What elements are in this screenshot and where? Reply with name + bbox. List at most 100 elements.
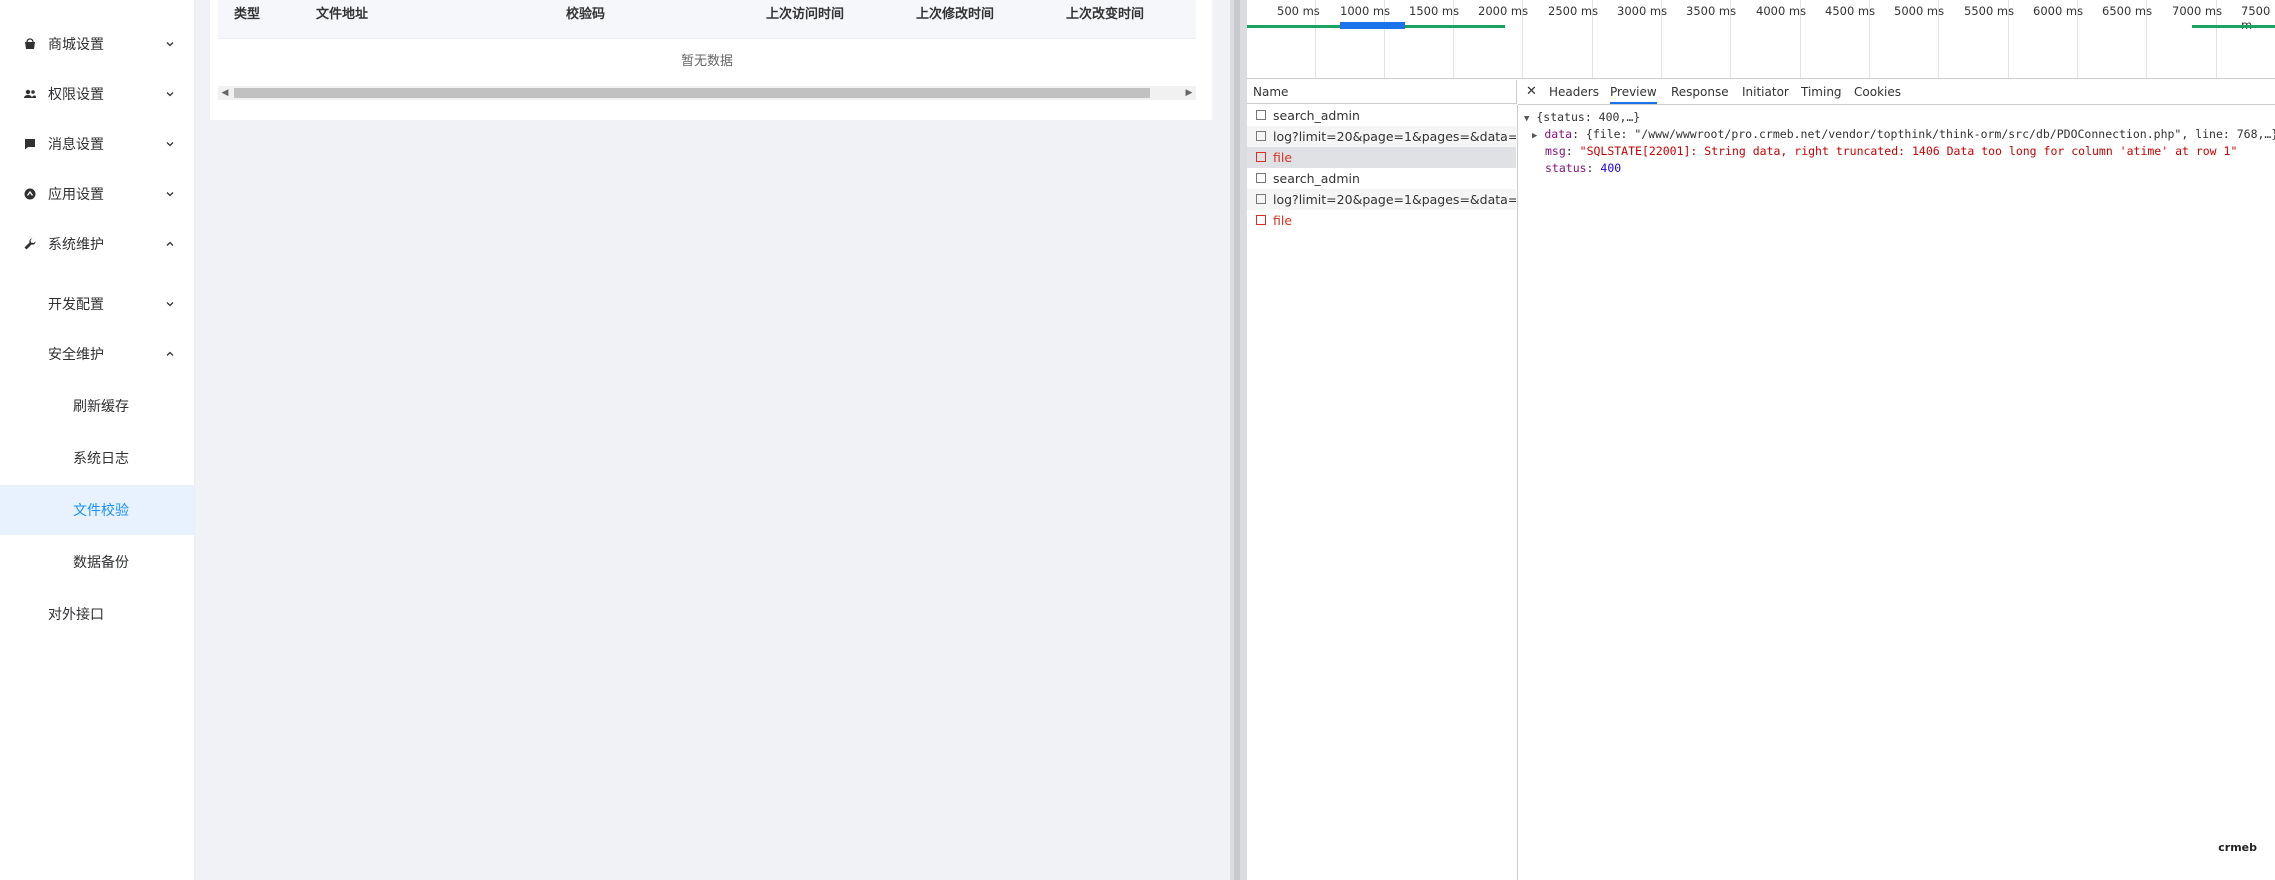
sidebar-item-file-verify[interactable]: 文件校验 [0, 485, 194, 535]
sidebar-item-data-backup[interactable]: 数据备份 [0, 537, 194, 587]
devtools-splitter[interactable] [1230, 0, 1247, 880]
timeline-tick: 1500 ms [1409, 4, 1460, 18]
column-header[interactable]: 校验码 [566, 3, 605, 22]
sidebar-item-label: 权限设置 [48, 87, 104, 103]
request-list-header[interactable]: Name [1247, 80, 1517, 104]
tab-headers[interactable]: Headers [1549, 80, 1599, 104]
sidebar-item-label: 安全维护 [48, 347, 104, 363]
scrollbar-thumb[interactable] [234, 88, 1150, 98]
scroll-left-icon[interactable]: ◀ [218, 86, 232, 100]
chevron-down-icon [166, 42, 174, 47]
request-name: log?limit=20&page=1&pages=&data=&p... [1273, 192, 1516, 207]
preview-root[interactable]: ▼ {status: 400,…} [1524, 110, 1640, 124]
column-header[interactable]: 文件地址 [316, 3, 368, 22]
column-header[interactable]: 上次修改时间 [916, 3, 994, 22]
request-row[interactable]: file [1247, 210, 1516, 231]
request-name: file [1273, 150, 1293, 165]
preview-key: status [1545, 161, 1587, 175]
preview-key: data [1544, 127, 1573, 141]
splitter-handle[interactable] [1234, 0, 1240, 880]
timeline-bar [2192, 25, 2275, 28]
request-list: search_admin log?limit=20&page=1&pages=&… [1247, 105, 1518, 880]
request-checkbox[interactable] [1256, 131, 1266, 141]
chevron-down-icon [166, 92, 174, 97]
timeline-tick: 500 ms [1277, 4, 1320, 18]
request-checkbox[interactable] [1256, 215, 1266, 225]
devtools-panel: 500 ms 1000 ms 1500 ms 2000 ms 2500 ms 3… [1247, 0, 2275, 880]
shop-icon [23, 37, 37, 51]
request-checkbox[interactable] [1256, 173, 1266, 183]
timeline-tick: 5500 ms [1964, 4, 2015, 18]
close-icon[interactable]: ✕ [1526, 80, 1537, 104]
collapsed-triangle-icon[interactable]: ▶ [1532, 131, 1537, 141]
timeline-tick: 3500 ms [1686, 4, 1737, 18]
timeline-tick: 3000 ms [1617, 4, 1668, 18]
horizontal-scrollbar[interactable]: ◀ ▶ [218, 86, 1196, 100]
sidebar-item-label: 消息设置 [48, 137, 104, 153]
request-name: search_admin [1273, 108, 1360, 123]
request-row[interactable]: file [1247, 147, 1516, 168]
sidebar-item-system-log[interactable]: 系统日志 [0, 433, 194, 483]
preview-msg-row: msg: "SQLSTATE[22001]: String data, righ… [1545, 144, 2238, 158]
request-row[interactable]: log?limit=20&page=1&pages=&data=&p... [1247, 126, 1516, 147]
chevron-down-icon [166, 142, 174, 147]
tab-timing[interactable]: Timing [1801, 80, 1842, 104]
sidebar-item-message-settings[interactable]: 消息设置 [0, 119, 194, 169]
sidebar-item-security-maintenance[interactable]: 安全维护 [0, 329, 194, 379]
request-name: file [1273, 213, 1293, 228]
column-header[interactable]: 上次访问时间 [766, 3, 844, 22]
timeline-bar [1247, 25, 1307, 28]
timeline-tick: 2500 ms [1548, 4, 1599, 18]
request-checkbox[interactable] [1256, 152, 1266, 162]
empty-text: 暂无数据 [680, 54, 733, 69]
timeline-tick: 4500 ms [1825, 4, 1876, 18]
sidebar-item-mall-settings[interactable]: 商城设置 [0, 19, 194, 69]
tab-preview[interactable]: Preview [1610, 80, 1657, 104]
users-icon [23, 87, 37, 101]
preview-root-text: {status: 400,…} [1536, 110, 1641, 124]
wrench-icon [23, 237, 37, 251]
sidebar-item-refresh-cache[interactable]: 刷新缓存 [0, 381, 194, 431]
request-name: log?limit=20&page=1&pages=&data=&p... [1273, 129, 1516, 144]
expanded-triangle-icon[interactable]: ▼ [1524, 114, 1529, 124]
sidebar-item-external-api[interactable]: 对外接口 [0, 589, 194, 639]
tab-response[interactable]: Response [1671, 80, 1729, 104]
file-verify-table-card: 类型 文件地址 校验码 上次访问时间 上次修改时间 上次改变时间 暂无数据 ◀ … [210, 0, 1212, 120]
timeline-tick: 6000 ms [2033, 4, 2084, 18]
tab-cookies[interactable]: Cookies [1854, 80, 1901, 104]
timeline-bar [1405, 25, 1505, 28]
sidebar-item-app-settings[interactable]: 应用设置 [0, 169, 194, 219]
timeline-tick: 1000 ms [1340, 4, 1391, 18]
sidebar-item-label: 商城设置 [48, 37, 104, 53]
sidebar-item-dev-config[interactable]: 开发配置 [0, 279, 194, 329]
message-icon [23, 137, 37, 151]
tab-initiator[interactable]: Initiator [1742, 80, 1789, 104]
main-content: 类型 文件地址 校验码 上次访问时间 上次修改时间 上次改变时间 暂无数据 ◀ … [194, 0, 1230, 880]
preview-value: 400 [1600, 161, 1622, 175]
request-row[interactable]: log?limit=20&page=1&pages=&data=&p... [1247, 189, 1516, 210]
timeline-bar [1340, 22, 1405, 29]
sidebar-item-permission-settings[interactable]: 权限设置 [0, 69, 194, 119]
sidebar-item-system-maintenance[interactable]: 系统维护 [0, 219, 194, 269]
preview-status-row: status: 400 [1545, 161, 1622, 175]
timeline-tick: 6500 ms [2102, 4, 2153, 18]
request-row[interactable]: search_admin [1247, 105, 1516, 126]
sidebar-item-label: 开发配置 [48, 297, 104, 313]
preview-value: "SQLSTATE[22001]: String data, right tru… [1579, 144, 2238, 158]
column-header[interactable]: 类型 [234, 3, 260, 22]
detail-tabs: ✕ Headers Preview Response Initiator Tim… [1518, 80, 2275, 105]
request-checkbox[interactable] [1256, 110, 1266, 120]
request-row[interactable]: search_admin [1247, 168, 1516, 189]
column-header[interactable]: 上次改变时间 [1066, 3, 1144, 22]
chevron-down-icon [166, 192, 174, 197]
timeline-tick: 4000 ms [1756, 4, 1807, 18]
sidebar-item-label: 对外接口 [48, 607, 104, 623]
preview-key: msg [1545, 144, 1566, 158]
sidebar-item-label: 系统日志 [73, 451, 129, 467]
scroll-right-icon[interactable]: ▶ [1182, 86, 1196, 100]
request-checkbox[interactable] [1256, 194, 1266, 204]
preview-data-row[interactable]: ▶ data: {file: "/www/wwwroot/pro.crmeb.n… [1532, 127, 2275, 141]
sidebar-item-label: 文件校验 [73, 503, 129, 519]
timeline-bar [1304, 25, 1340, 28]
network-timeline[interactable]: 500 ms 1000 ms 1500 ms 2000 ms 2500 ms 3… [1247, 0, 2275, 79]
